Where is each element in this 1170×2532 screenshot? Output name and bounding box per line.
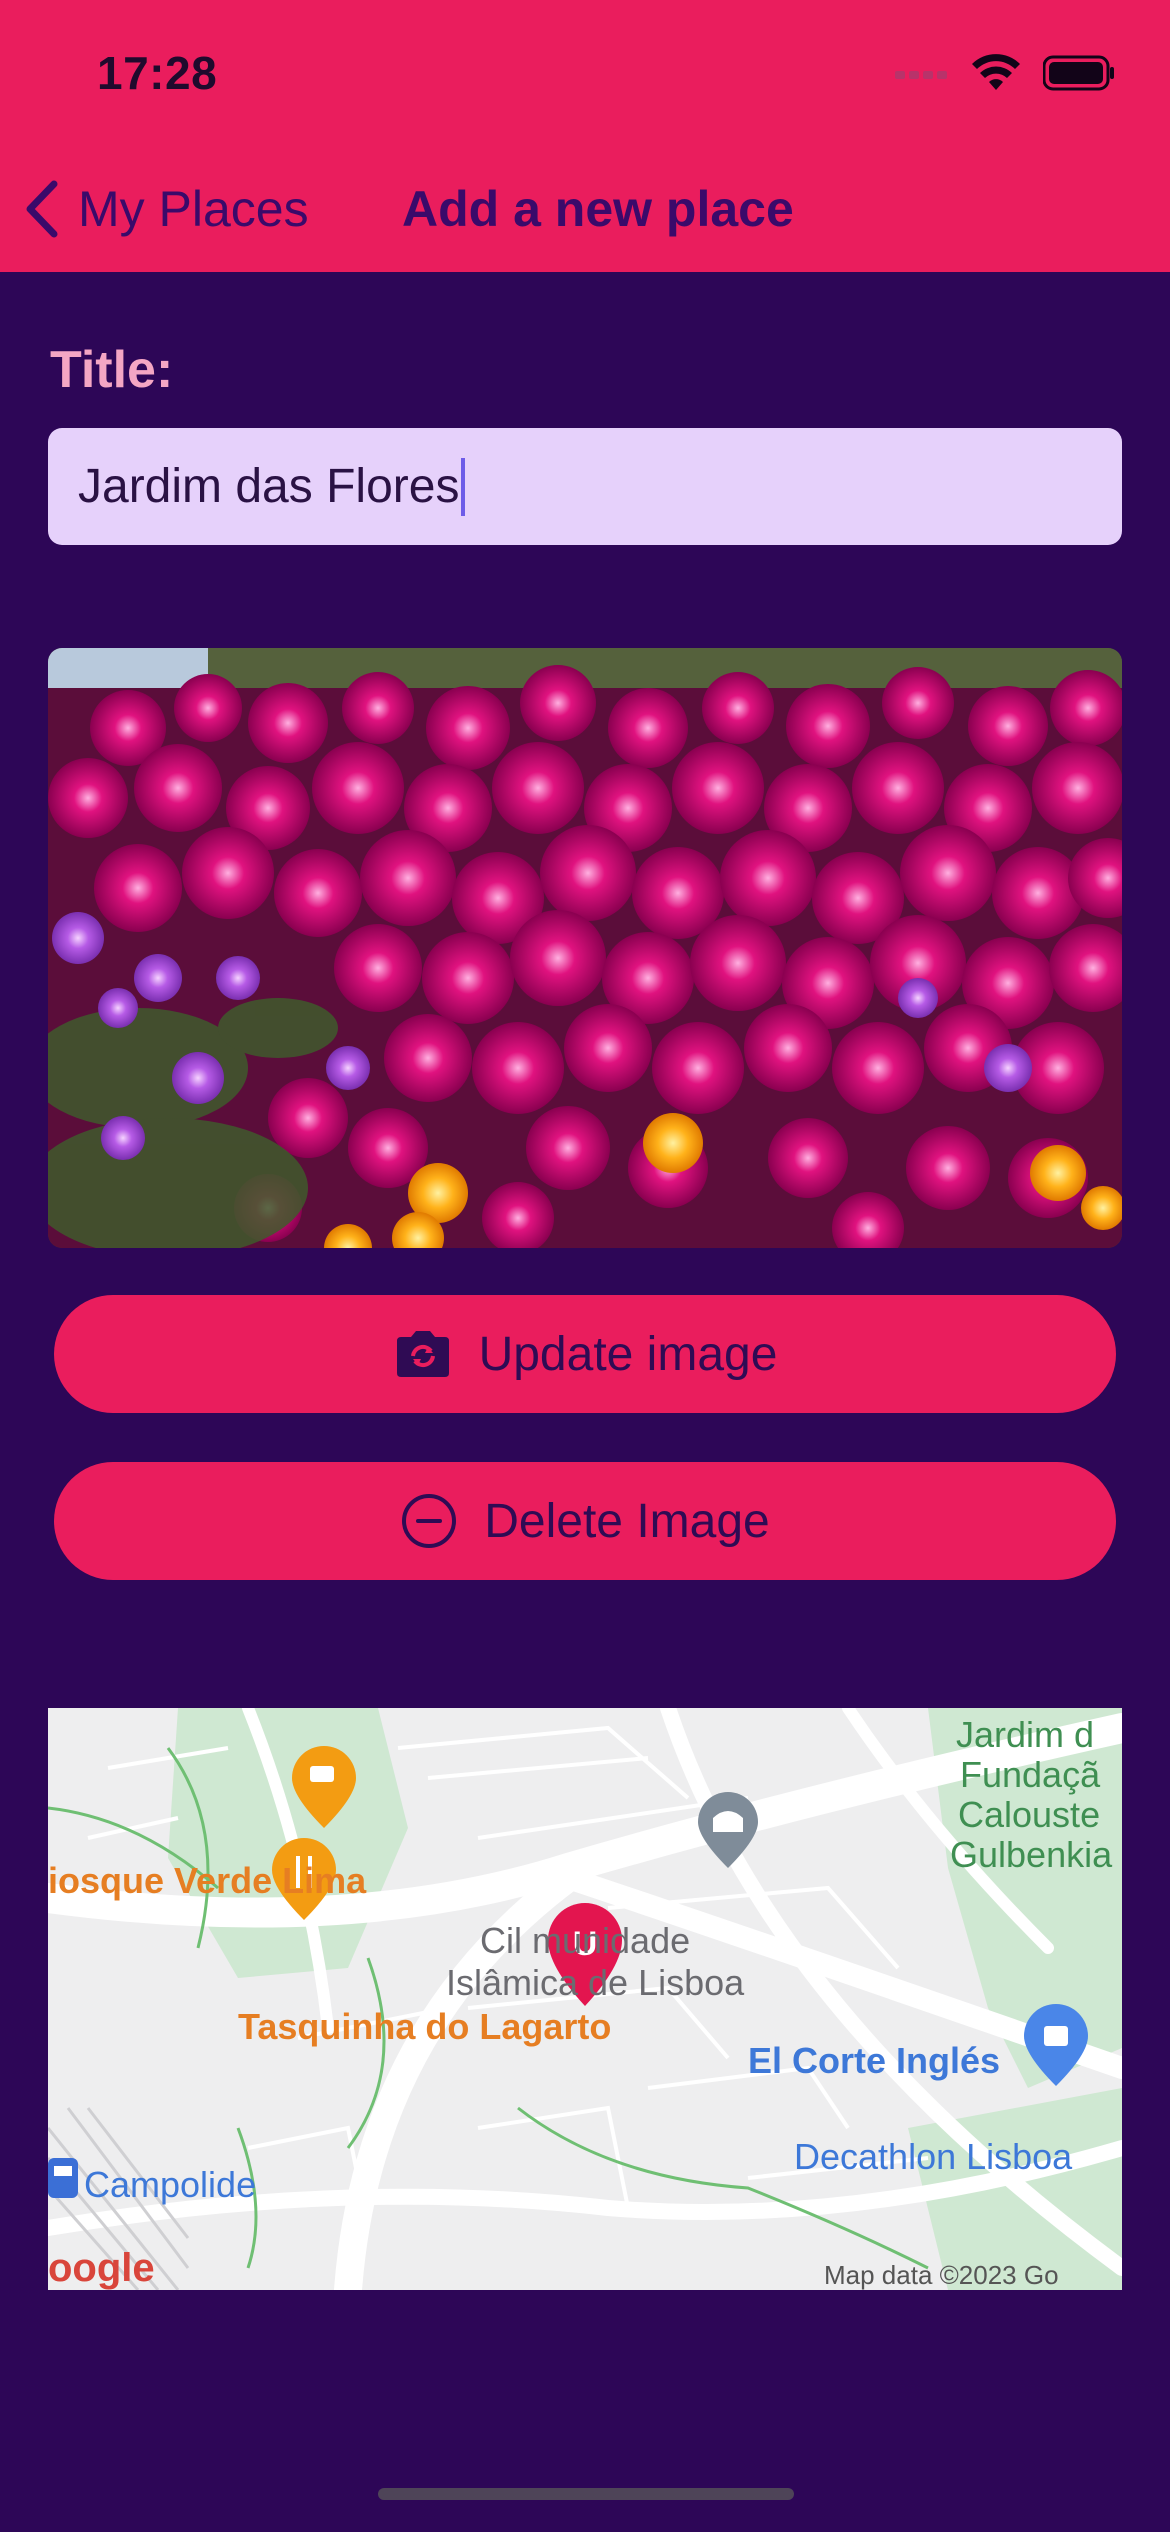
back-button[interactable]: My Places [24, 174, 309, 244]
title-label: Title: [50, 341, 174, 399]
title-input-value: Jardim das Flores [78, 460, 460, 513]
delete-image-button[interactable]: Delete Image [54, 1462, 1116, 1580]
minus-circle-icon [402, 1494, 457, 1548]
camera-rotate-icon [396, 1331, 449, 1377]
map-label-campolide: Campolide [84, 2164, 257, 2205]
map-label-gulbenkian-4: Gulbenkia [950, 1834, 1113, 1875]
map-label-tasquinha: Tasquinha do Lagarto [238, 2006, 612, 2047]
text-caret [461, 457, 466, 516]
location-map[interactable]: U iosque Verde Lima Tasquinha do Lagarto… [48, 1708, 1122, 2290]
map-label-gulbenkian-3: Calouste [958, 1794, 1101, 1835]
map-label-gulbenkian-1: Jardim d [956, 1714, 1095, 1755]
map-label-gulbenkian-2: Fundaçã [960, 1754, 1101, 1795]
status-icons [895, 48, 1115, 98]
title-input[interactable]: Jardim das Flores [48, 428, 1122, 545]
home-indicator [378, 2488, 794, 2500]
map-label-comunidade-line2: Islâmica de Lisboa [446, 1962, 745, 2003]
map-attribution[interactable]: Map data ©2023 Go [824, 2260, 1059, 2290]
map-label-kiosk: iosque Verde Lima [48, 1860, 367, 1901]
place-photo [48, 648, 1122, 1248]
status-time: 17:28 [97, 47, 218, 99]
delete-image-label: Delete Image [484, 1494, 770, 1548]
cellular-signal-icon [895, 71, 947, 79]
wifi-icon [972, 54, 1020, 90]
page-title: Add a new place [402, 181, 794, 237]
google-logo[interactable]: oogle [48, 2246, 155, 2290]
update-image-label: Update image [478, 1327, 778, 1381]
map-label-corte-ingles: El Corte Inglés [748, 2040, 1001, 2081]
chevron-left-icon [26, 180, 58, 238]
map-label-comunidade-line1: Cil munidade [480, 1920, 691, 1961]
battery-icon [1043, 55, 1114, 91]
back-label: My Places [78, 181, 309, 237]
map-label-decathlon: Decathlon Lisboa [794, 2136, 1073, 2177]
flower-photo-icon [48, 648, 1122, 1248]
update-image-button[interactable]: Update image [54, 1295, 1116, 1413]
app-header: 17:28 My Places Add a new place [0, 0, 1170, 272]
